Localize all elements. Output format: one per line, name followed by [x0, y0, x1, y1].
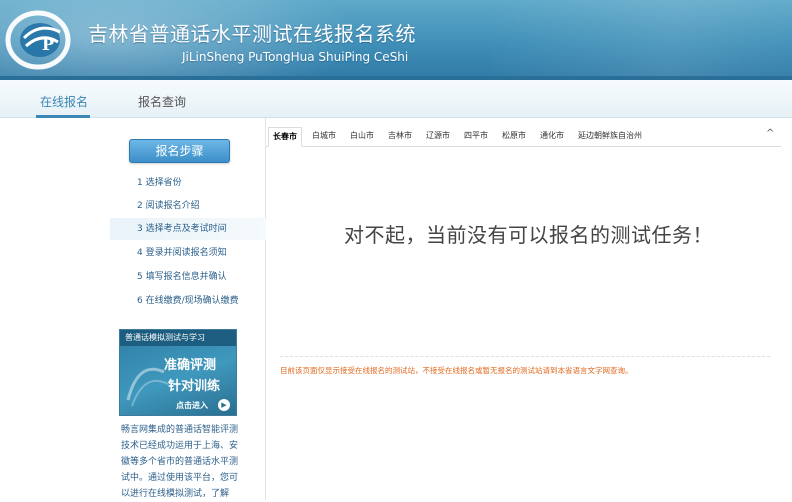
nav-online-registration[interactable]: 在线报名	[40, 93, 88, 110]
city-tab-yanbian[interactable]: 延边朝鲜族自治州	[574, 127, 646, 147]
step-item: 6 在线缴费/现场确认缴费	[137, 296, 239, 306]
city-tab-baicheng[interactable]: 白城市	[308, 127, 340, 147]
city-tab-siping[interactable]: 四平市	[460, 127, 492, 147]
play-arrow-icon: ▶	[218, 399, 230, 411]
notice-divider	[280, 356, 770, 357]
nav-registration-query[interactable]: 报名查询	[138, 93, 186, 110]
logo-emblem-icon: P	[5, 10, 71, 70]
caret-up-icon[interactable]: ^	[766, 128, 774, 139]
promo-enter-label: 点击进入	[176, 401, 208, 410]
site-title: 吉林省普通话水平测试在线报名系统	[88, 22, 416, 46]
notice-text: 目前该页面仅显示接受在线报名的测试站，不接受在线报名或暂无报名的测试站请到本省语…	[280, 366, 633, 375]
city-tab-songyuan[interactable]: 松原市	[498, 127, 530, 147]
step-item: 4 登录并阅读报名须知	[137, 248, 227, 258]
header-sheen	[492, 0, 792, 80]
svg-text:P: P	[42, 35, 54, 54]
promo-line-2: 针对训练	[168, 379, 221, 394]
main-panel: 长春市 白城市 白山市 吉林市 辽源市 四平市 松原市 通化市 延边朝鲜族自治州…	[266, 118, 792, 500]
no-task-message: 对不起，当前没有可以报名的测试任务！	[344, 223, 713, 247]
promo-line-1: 准确评测	[164, 358, 217, 373]
city-tab-tonghua[interactable]: 通化市	[536, 127, 568, 147]
mock-test-promo-banner[interactable]: 普通话模拟测试与学习 准确评测 针对训练 点击进入 ▶	[119, 329, 237, 416]
nav-bar: 在线报名 报名查询	[0, 80, 792, 118]
city-tab-jilin[interactable]: 吉林市	[384, 127, 416, 147]
city-tab-changchun[interactable]: 长春市	[268, 127, 302, 147]
header-banner: P 吉林省普通话水平测试在线报名系统 JiLinSheng PuTongHua …	[0, 0, 792, 80]
step-item: 5 填写报名信息并确认	[137, 272, 227, 282]
city-tab-bar: 长春市 白城市 白山市 吉林市 辽源市 四平市 松原市 通化市 延边朝鲜族自治州…	[266, 127, 781, 147]
step-item-current: 3 选择考点及考试时间	[110, 218, 266, 240]
promo-description: 畅言网集成的普通话智能评测技术已经成功运用于上海、安徽等多个省市的普通话水平测试…	[121, 425, 239, 499]
registration-steps-button[interactable]: 报名步骤	[129, 139, 230, 163]
promo-heading: 普通话模拟测试与学习	[120, 330, 236, 346]
sidebar: 报名步骤 1 选择省份 2 阅读报名介绍 3 选择考点及考试时间 4 登录并阅读…	[110, 118, 266, 500]
step-item: 2 阅读报名介绍	[137, 201, 200, 211]
city-tab-baishan[interactable]: 白山市	[346, 127, 378, 147]
site-subtitle: JiLinSheng PuTongHua ShuiPing CeShi	[182, 50, 409, 64]
step-item: 1 选择省份	[137, 178, 182, 188]
city-tab-liaoyuan[interactable]: 辽源市	[422, 127, 454, 147]
nav-active-underline	[36, 115, 90, 118]
